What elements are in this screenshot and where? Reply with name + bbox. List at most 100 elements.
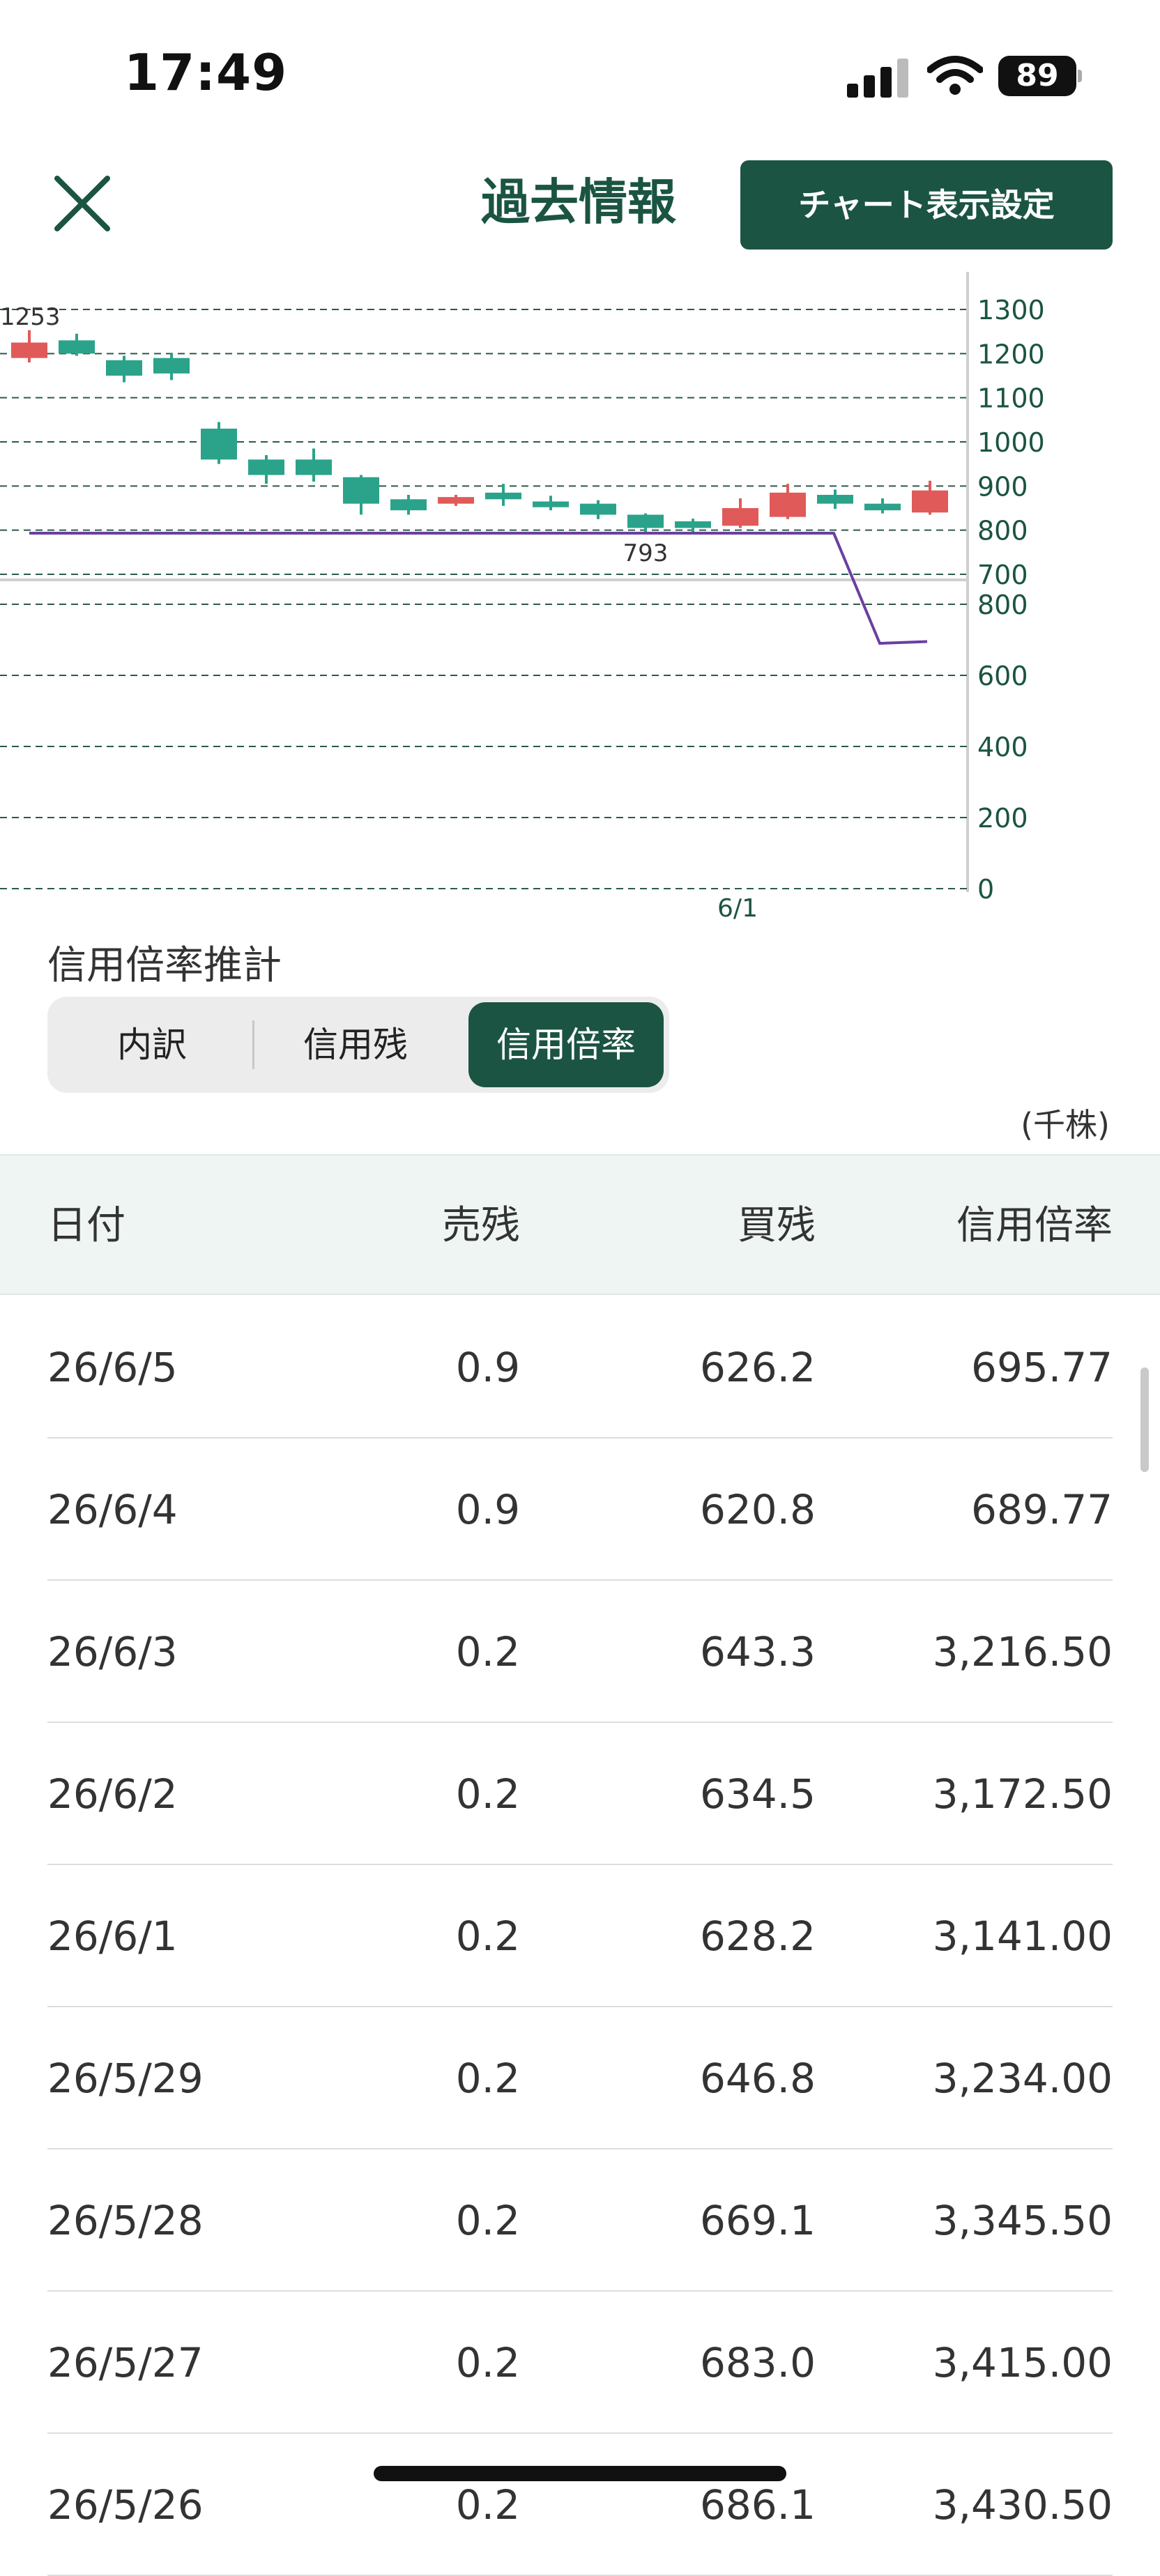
cell-sell-balance: 0.9 — [455, 1486, 520, 1533]
cell-date: 26/5/26 — [47, 2481, 204, 2529]
unit-label: (千株) — [1021, 1106, 1110, 1144]
candle-body — [153, 358, 190, 374]
cell-date: 26/6/2 — [47, 1770, 178, 1818]
table-header: 日付 売残 買残 信用倍率 — [0, 1154, 1160, 1295]
y-tick-label: 900 — [977, 471, 1028, 502]
close-icon[interactable] — [47, 169, 117, 238]
x-tick-label: 6/1 — [717, 894, 758, 923]
candle-body — [59, 340, 95, 354]
cell-date: 26/5/28 — [47, 2197, 204, 2244]
table-body: 26/6/5 0.9 626.2 695.77 26/6/4 0.9 620.8 689.77… — [0, 1296, 1160, 2576]
candle-body — [248, 459, 284, 475]
candle-body — [770, 492, 806, 517]
cell-margin-ratio: 3,141.00 — [932, 1912, 1113, 1960]
table-row[interactable]: 26/6/2 0.2 634.5 3,172.50 — [0, 1723, 1160, 1865]
tab-margin-ratio[interactable]: 信用倍率 — [468, 1002, 664, 1087]
price-and-ratio-chart: 1300120011001000900800700125379380060040… — [0, 272, 1045, 923]
page-title: 過去情報 — [481, 174, 676, 231]
table-row[interactable]: 26/5/27 0.2 683.0 3,415.00 — [0, 2292, 1160, 2434]
candle-body — [722, 508, 758, 526]
cell-margin-ratio: 3,430.50 — [932, 2481, 1113, 2529]
segment-divider — [252, 1020, 254, 1069]
cell-margin-ratio: 3,415.00 — [932, 2339, 1113, 2386]
cell-sell-balance: 0.2 — [455, 2481, 520, 2529]
y-tick-label: 600 — [977, 661, 1028, 691]
cell-buy-balance: 683.0 — [699, 2339, 816, 2386]
cell-sell-balance: 0.2 — [455, 2339, 520, 2386]
battery-icon: 89 — [998, 56, 1082, 96]
cell-date: 26/5/27 — [47, 2339, 204, 2386]
header-margin-ratio[interactable]: 信用倍率 — [956, 1156, 1113, 1296]
cell-buy-balance: 686.1 — [699, 2481, 816, 2529]
cell-buy-balance: 634.5 — [699, 1770, 816, 1818]
candle-body — [11, 342, 47, 358]
header-sell-balance[interactable]: 売残 — [442, 1156, 520, 1296]
scrollbar[interactable] — [1140, 1367, 1149, 1472]
y-tick-label: 1200 — [977, 339, 1045, 369]
cell-sell-balance: 0.9 — [455, 1344, 520, 1391]
y-tick-label: 700 — [977, 560, 1028, 590]
cell-sell-balance: 0.2 — [455, 2055, 520, 2102]
cell-buy-balance: 646.8 — [699, 2055, 816, 2102]
cell-sell-balance: 0.2 — [455, 1912, 520, 1960]
y-tick-label: 800 — [977, 516, 1028, 546]
candle-body — [864, 503, 901, 511]
table-row[interactable]: 26/6/5 0.9 626.2 695.77 — [0, 1296, 1160, 1439]
table-row[interactable]: 26/5/28 0.2 669.1 3,345.50 — [0, 2149, 1160, 2292]
candle-body — [580, 503, 616, 515]
y-tick-label: 1000 — [977, 427, 1045, 458]
candle-body — [533, 501, 569, 507]
y-tick-label: 200 — [977, 803, 1028, 834]
candle-body — [343, 477, 379, 504]
low-annotation: 793 — [623, 539, 669, 567]
cell-buy-balance: 626.2 — [699, 1344, 816, 1391]
candle-body — [438, 497, 474, 504]
wifi-icon — [927, 56, 983, 95]
table-row[interactable]: 26/6/4 0.9 620.8 689.77 — [0, 1439, 1160, 1581]
cell-buy-balance: 620.8 — [699, 1486, 816, 1533]
candle-body — [675, 521, 711, 528]
cell-margin-ratio: 3,345.50 — [932, 2197, 1113, 2244]
cell-buy-balance: 669.1 — [699, 2197, 816, 2244]
home-indicator[interactable] — [374, 2466, 786, 2481]
header-date[interactable]: 日付 — [47, 1156, 125, 1296]
y-tick-label: 400 — [977, 732, 1028, 762]
cell-margin-ratio: 695.77 — [971, 1344, 1113, 1391]
cell-margin-ratio: 689.77 — [971, 1486, 1113, 1533]
candle-body — [106, 360, 142, 376]
section-title: 信用倍率推計 — [47, 943, 282, 988]
cell-date: 26/6/4 — [47, 1486, 178, 1533]
cell-margin-ratio: 3,234.00 — [932, 2055, 1113, 2102]
segmented-control: 内訳 信用残 信用倍率 — [47, 997, 669, 1093]
candle-body — [912, 490, 948, 513]
cell-date: 26/6/3 — [47, 1628, 178, 1676]
tab-breakdown[interactable]: 内訳 — [53, 1002, 251, 1087]
cell-sell-balance: 0.2 — [455, 1628, 520, 1676]
candle-body — [485, 492, 521, 500]
battery-level: 89 — [998, 56, 1076, 96]
cell-sell-balance: 0.2 — [455, 1770, 520, 1818]
table-row[interactable]: 26/6/1 0.2 628.2 3,141.00 — [0, 1865, 1160, 2007]
chart-settings-button[interactable]: チャート表示設定 — [740, 160, 1113, 250]
y-tick-label: 800 — [977, 590, 1028, 620]
cellular-signal-icon — [847, 56, 910, 98]
cell-buy-balance: 628.2 — [699, 1912, 816, 1960]
y-tick-label: 0 — [977, 874, 994, 905]
table-row[interactable]: 26/5/26 0.2 686.1 3,430.50 — [0, 2434, 1160, 2576]
candle-body — [390, 499, 427, 511]
table-row[interactable]: 26/6/3 0.2 643.3 3,216.50 — [0, 1581, 1160, 1723]
cell-date: 26/6/1 — [47, 1912, 178, 1960]
y-tick-label: 1100 — [977, 383, 1045, 414]
candle-body — [627, 514, 664, 528]
table-row[interactable]: 26/5/29 0.2 646.8 3,234.00 — [0, 2007, 1160, 2149]
candle-body — [296, 459, 332, 475]
ratio-series-line — [29, 532, 928, 645]
y-tick-label: 1300 — [977, 295, 1045, 325]
cell-margin-ratio: 3,216.50 — [932, 1628, 1113, 1676]
tab-margin-balance[interactable]: 信用残 — [257, 1002, 455, 1087]
header-buy-balance[interactable]: 買残 — [738, 1156, 816, 1296]
cell-date: 26/5/29 — [47, 2055, 204, 2102]
cell-buy-balance: 643.3 — [699, 1628, 816, 1676]
candle-body — [817, 495, 853, 504]
cell-date: 26/6/5 — [47, 1344, 178, 1391]
